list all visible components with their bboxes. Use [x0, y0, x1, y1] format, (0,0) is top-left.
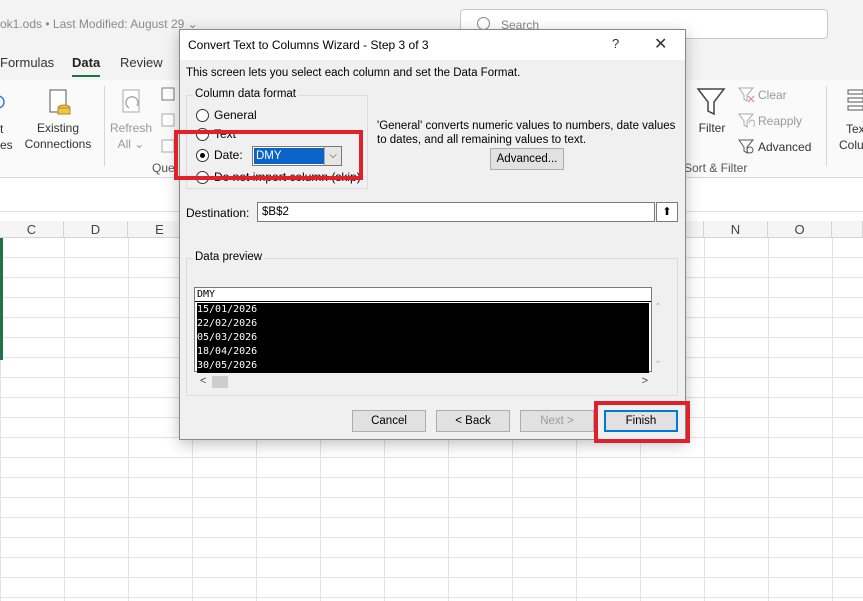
scroll-down-icon[interactable]: ⌄	[654, 355, 662, 366]
tab-review[interactable]: Review	[120, 55, 163, 70]
queries-group-label: Que	[152, 161, 175, 175]
advanced-filter-button[interactable]: Advanced	[758, 139, 811, 155]
preview-column-header[interactable]: DMY	[195, 288, 651, 302]
destination-field[interactable]: $B$2	[257, 202, 655, 222]
column-format-legend: Column data format	[193, 88, 298, 100]
preview-vertical-scrollbar[interactable]: ⌃ ⌄	[652, 300, 667, 370]
preview-row: 15/01/2026	[197, 304, 258, 315]
selected-range-border	[0, 238, 3, 360]
advanced-button[interactable]: Advanced...	[490, 148, 564, 170]
column-header-n[interactable]: N	[704, 221, 768, 238]
advanced-filter-icon	[738, 139, 755, 154]
document-title: ok1.ods • Last Modified: August 29 ⌄	[0, 17, 198, 31]
existing-connections-button[interactable]: Existing Connections	[22, 120, 94, 152]
radio-general[interactable]: General	[196, 108, 356, 124]
column-header-partial[interactable]	[832, 221, 863, 238]
format-help-text: 'General' converts numeric values to num…	[377, 120, 676, 146]
sort-filter-group-label: Sort & Filter	[684, 161, 748, 175]
reapply-button[interactable]: Reapply	[758, 113, 802, 129]
convert-text-to-columns-dialog: Convert Text to Columns Wizard - Step 3 …	[179, 29, 686, 440]
help-icon[interactable]: ?	[612, 36, 619, 51]
refresh-line2: All ⌄	[117, 137, 145, 151]
preview-row: 30/05/2026	[197, 360, 258, 371]
clear-button[interactable]: Clear	[758, 87, 787, 103]
dialog-intro: This screen lets you select each column …	[186, 67, 521, 79]
existing-connections-icon	[49, 89, 71, 115]
column-header-c[interactable]: C	[0, 221, 64, 238]
preview-column-selected[interactable]: 15/01/2026 22/02/2026 05/03/2026 18/04/2…	[197, 303, 649, 373]
close-icon[interactable]: ✕	[654, 34, 667, 54]
radio-general-label: General	[214, 108, 257, 122]
existing-connections-line2: Connections	[24, 137, 92, 151]
text-to-columns-icon	[847, 89, 863, 111]
text-to-columns-line2[interactable]: Colu	[839, 137, 863, 153]
scroll-thumb[interactable]	[212, 376, 228, 388]
destination-label: Destination:	[186, 206, 250, 220]
radio-general-circle	[196, 109, 209, 122]
ribbon-left-partial-1[interactable]: t	[0, 121, 3, 137]
reapply-icon	[738, 113, 755, 128]
preview-row: 05/03/2026	[197, 332, 258, 343]
refresh-all-icon	[122, 89, 140, 113]
column-header-d[interactable]: D	[64, 221, 128, 238]
ribbon-separator	[826, 86, 827, 166]
data-preview-legend: Data preview	[193, 251, 265, 263]
scroll-up-icon[interactable]: ⌃	[654, 302, 662, 313]
next-button[interactable]: Next >	[520, 410, 594, 432]
data-preview[interactable]: DMY 15/01/2026 22/02/2026 05/03/2026 18/…	[194, 287, 652, 373]
cancel-button[interactable]: Cancel	[352, 410, 426, 432]
highlight-date-format	[174, 130, 363, 180]
tab-data[interactable]: Data	[72, 55, 101, 77]
collapse-dialog-icon[interactable]: ⬆	[656, 202, 678, 222]
ribbon-left-partial-2[interactable]: es	[0, 137, 13, 153]
preview-horizontal-scrollbar[interactable]: < >	[196, 374, 652, 390]
refresh-line1: Refresh	[109, 121, 153, 135]
column-header-o[interactable]: O	[768, 221, 832, 238]
ribbon-separator	[104, 86, 105, 166]
clear-icon	[738, 87, 755, 103]
preview-row: 18/04/2026	[197, 346, 258, 357]
back-button[interactable]: < Back	[436, 410, 510, 432]
dialog-titlebar: Convert Text to Columns Wizard - Step 3 …	[180, 30, 685, 60]
dialog-title: Convert Text to Columns Wizard - Step 3 …	[188, 38, 429, 52]
scroll-left-icon[interactable]: <	[200, 375, 206, 387]
existing-connections-line1: Existing	[36, 121, 80, 135]
filter-button[interactable]: Filter	[690, 120, 734, 136]
tab-formulas[interactable]: Formulas	[0, 55, 54, 70]
refresh-all-button[interactable]: Refresh All ⌄	[104, 120, 158, 152]
preview-row: 22/02/2026	[197, 318, 258, 329]
highlight-finish	[594, 401, 690, 443]
get-data-icon	[0, 95, 5, 109]
filter-icon	[696, 88, 726, 116]
text-to-columns-line1[interactable]: Tex	[846, 121, 863, 137]
scroll-right-icon[interactable]: >	[642, 375, 648, 387]
